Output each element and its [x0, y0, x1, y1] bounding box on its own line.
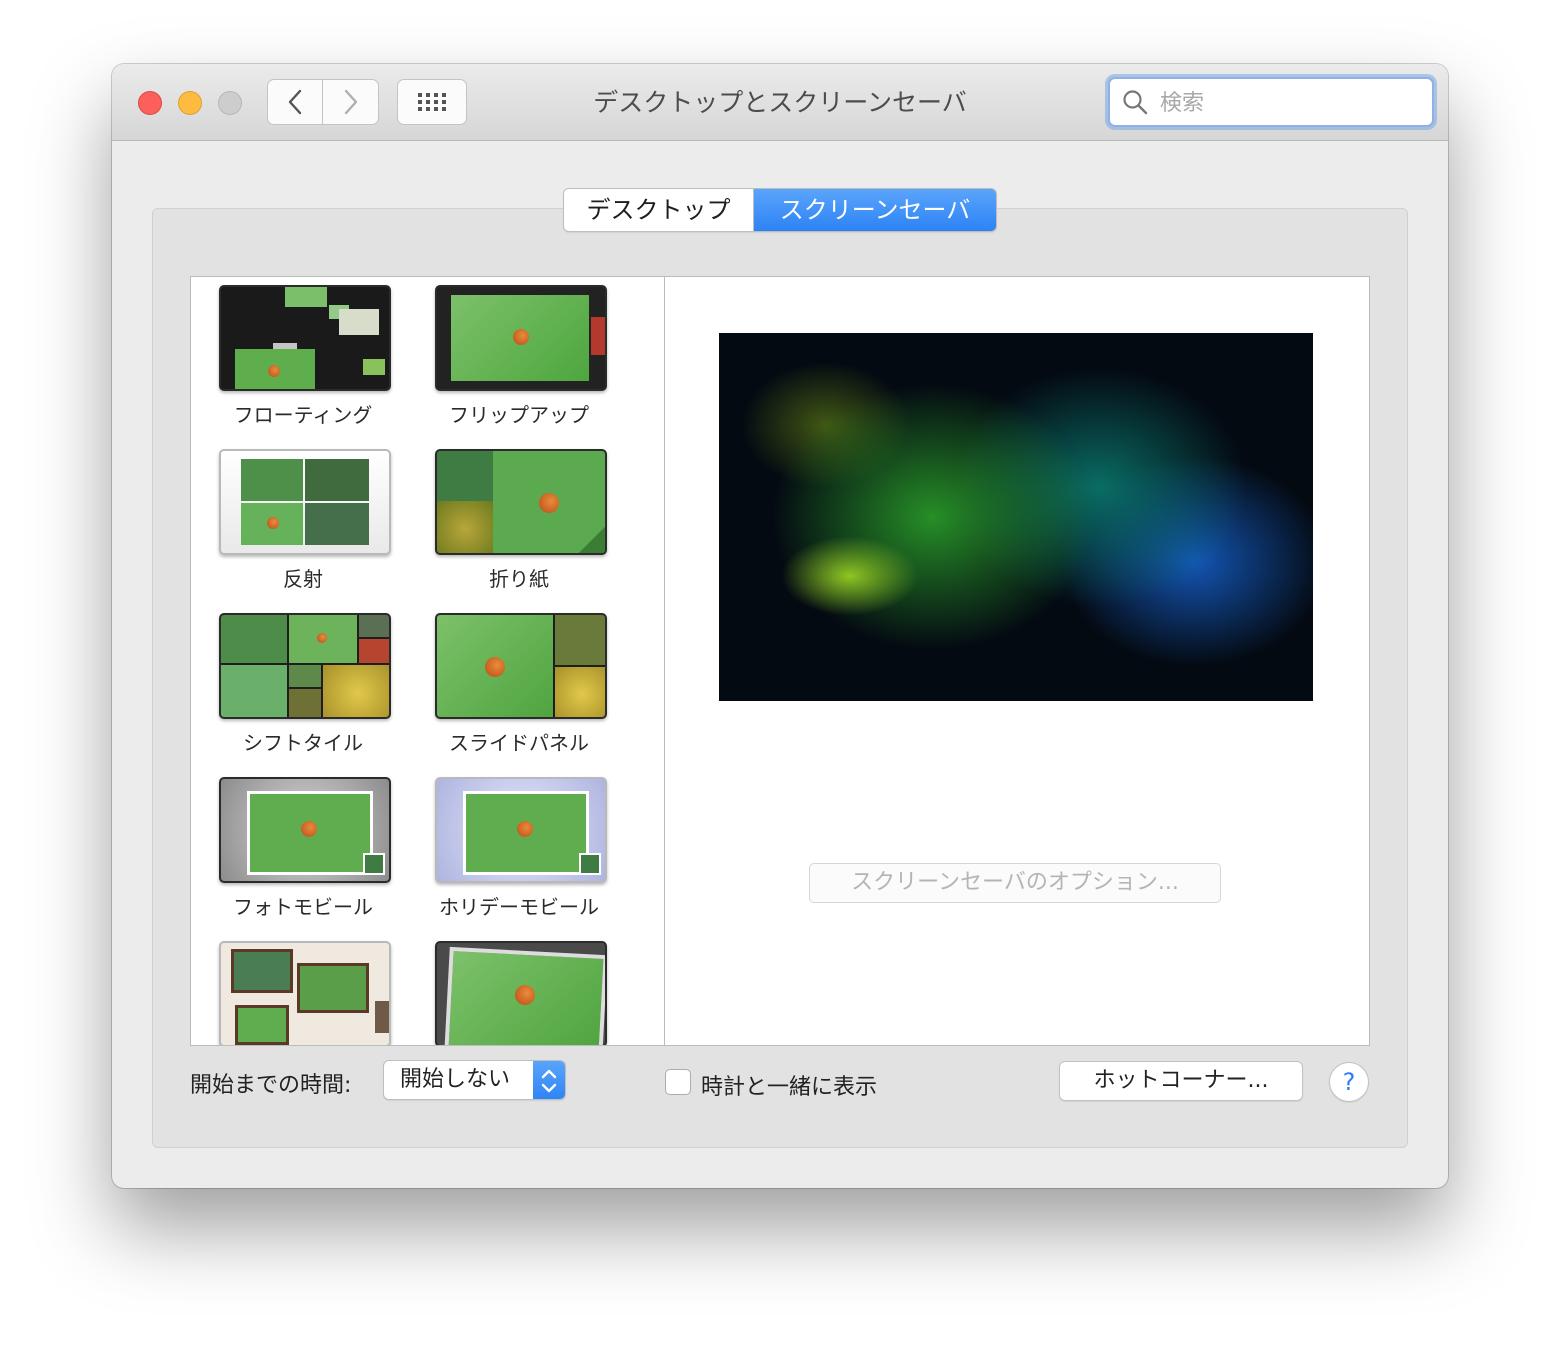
- screensaver-options-button[interactable]: スクリーンセーバのオプション...: [809, 863, 1221, 903]
- show-clock-checkbox[interactable]: [665, 1069, 691, 1095]
- help-button[interactable]: ?: [1329, 1062, 1369, 1102]
- start-after-select[interactable]: 開始しない: [383, 1060, 566, 1100]
- screensaver-item-origami[interactable]: 折り紙: [423, 441, 615, 605]
- search-icon: [1123, 90, 1148, 115]
- screensaver-thumbnail: [219, 449, 391, 555]
- hot-corners-button[interactable]: ホットコーナー...: [1059, 1061, 1303, 1101]
- forward-button[interactable]: [323, 79, 379, 125]
- screensaver-label: シフトタイル: [243, 731, 363, 755]
- screensaver-label: 折り紙: [489, 567, 549, 591]
- screensaver-item-shifting-tiles[interactable]: シフトタイル: [207, 605, 399, 769]
- zoom-window-button[interactable]: [218, 91, 242, 115]
- close-window-button[interactable]: [138, 91, 162, 115]
- screensaver-item-floating[interactable]: フローティング: [207, 277, 399, 441]
- tab-desktop[interactable]: デスクトップ: [564, 189, 754, 231]
- show-clock-label: 時計と一緒に表示: [701, 1075, 878, 1100]
- screensaver-item-ken-burns[interactable]: [423, 933, 615, 1045]
- screensaver-preview: [719, 333, 1313, 701]
- start-after-label: 開始までの時間:: [190, 1073, 352, 1098]
- screensaver-thumbnail: [219, 777, 391, 883]
- start-after-value: 開始しない: [400, 1067, 511, 1092]
- back-button[interactable]: [267, 79, 323, 125]
- screensaver-label: スライドパネル: [449, 731, 589, 755]
- minimize-window-button[interactable]: [178, 91, 202, 115]
- screensaver-label: フリップアップ: [449, 403, 589, 427]
- screensaver-item-flipup[interactable]: フリップアップ: [423, 277, 615, 441]
- title-bar: デスクトップとスクリーンセーバ: [112, 64, 1448, 141]
- screensaver-label: フォトモビール: [233, 895, 373, 919]
- tab-bar: デスクトップ スクリーンセーバ: [563, 188, 997, 232]
- screensaver-item-vintage-prints[interactable]: [207, 933, 399, 1045]
- search-input[interactable]: [1158, 87, 1422, 119]
- screensaver-thumbnail: [435, 449, 607, 555]
- screensaver-thumbnail: [435, 285, 607, 391]
- screensaver-thumbnail: [219, 941, 391, 1045]
- screensaver-list[interactable]: フローティング フリップアップ 反射 折り紙 シフトタイル スライドパネル フォ…: [190, 276, 664, 1046]
- screensaver-item-sliding-panels[interactable]: スライドパネル: [423, 605, 615, 769]
- screensaver-thumbnail: [435, 941, 607, 1045]
- preview-pane: スクリーンセーバのオプション...: [664, 276, 1370, 1046]
- screensaver-thumbnail: [435, 613, 607, 719]
- screensaver-label: ホリデーモビール: [439, 895, 599, 919]
- screensaver-label: フローティング: [233, 403, 373, 427]
- screensaver-item-reflection[interactable]: 反射: [207, 441, 399, 605]
- screensaver-label: 反射: [283, 567, 323, 591]
- window-title: デスクトップとスクリーンセーバ: [593, 88, 967, 117]
- screensaver-thumbnail: [435, 777, 607, 883]
- screensaver-thumbnail: [219, 613, 391, 719]
- screensaver-item-photo-mobile[interactable]: フォトモビール: [207, 769, 399, 933]
- chevron-left-icon: [288, 89, 302, 115]
- screensaver-item-holiday-mobile[interactable]: ホリデーモビール: [423, 769, 615, 933]
- select-arrows-icon: [533, 1061, 565, 1099]
- show-all-button[interactable]: [397, 79, 467, 125]
- screensaver-thumbnail: [219, 285, 391, 391]
- chevron-right-icon: [344, 89, 357, 115]
- search-field[interactable]: [1108, 77, 1434, 127]
- tab-screensaver[interactable]: スクリーンセーバ: [754, 189, 996, 231]
- grid-icon: [418, 93, 446, 111]
- system-preferences-window: デスクトップとスクリーンセーバ デスクトップ スクリーンセーバ: [112, 64, 1448, 1188]
